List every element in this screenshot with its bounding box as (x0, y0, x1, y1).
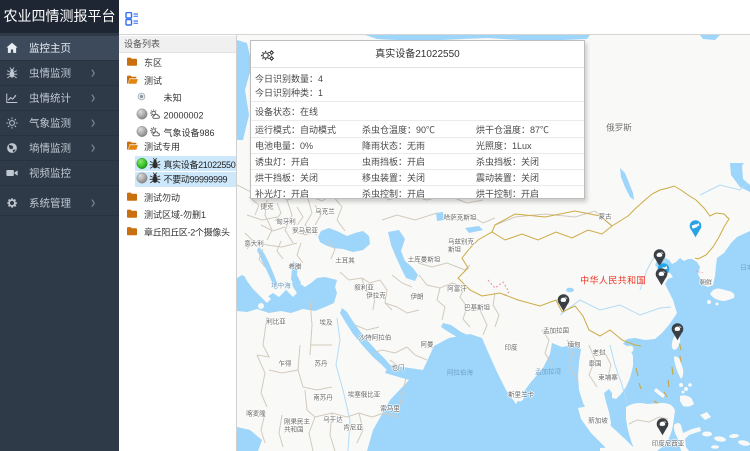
svg-text:未知: 未知 (164, 92, 182, 103)
svg-text:20000002: 20000002 (164, 111, 204, 121)
svg-text:测试勿动: 测试勿动 (144, 192, 180, 203)
svg-text:测试: 测试 (144, 75, 162, 86)
svg-text:真实设备21022550: 真实设备21022550 (164, 159, 236, 170)
svg-text:测试专用: 测试专用 (144, 141, 180, 152)
svg-text:测试区域-勿删1: 测试区域-勿删1 (144, 209, 206, 220)
svg-text:东区: 东区 (144, 57, 162, 68)
svg-text:不要动99999999: 不要动99999999 (164, 175, 228, 185)
svg-text:气象设备986: 气象设备986 (164, 127, 215, 138)
svg-text:章丘阳丘区-2个摄像头: 章丘阳丘区-2个摄像头 (144, 227, 230, 238)
